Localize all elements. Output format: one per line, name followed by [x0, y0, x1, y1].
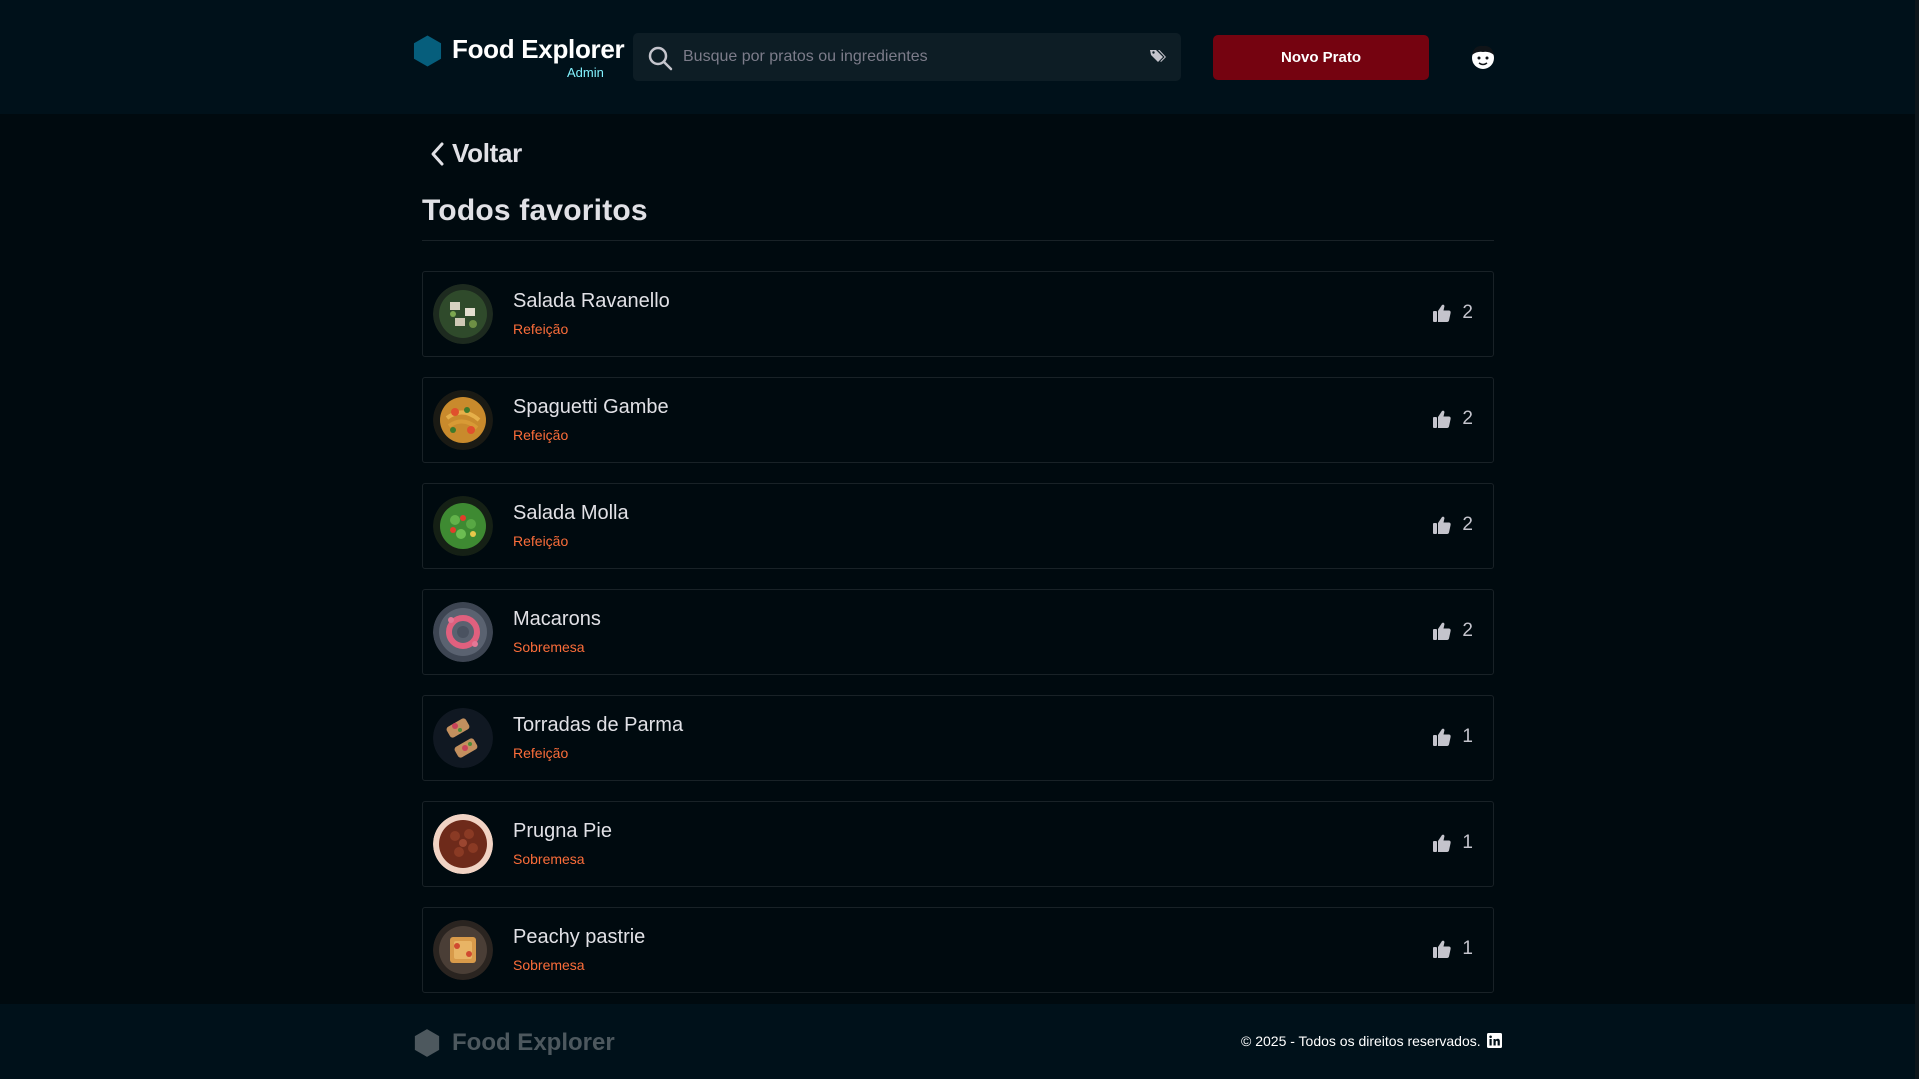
- dish-name: Torradas de Parma: [513, 714, 684, 736]
- thumbs-up-icon: [1433, 622, 1452, 640]
- footer-brand-name: Food Explorer: [452, 1029, 615, 1056]
- favorite-item[interactable]: Peachy pastrie Sobremesa 1: [422, 907, 1494, 993]
- like-counter[interactable]: 2: [1432, 620, 1473, 642]
- thumbs-up-icon: [1433, 410, 1452, 428]
- dish-category: Refeição: [513, 533, 569, 549]
- like-counter[interactable]: 1: [1432, 938, 1473, 960]
- dish-category: Sobremesa: [513, 957, 585, 973]
- dish-image: [433, 708, 493, 768]
- title-divider: [422, 240, 1494, 241]
- thumbs-up-icon: [1433, 516, 1452, 534]
- dish-image: [433, 390, 493, 450]
- back-label: Voltar: [452, 138, 522, 168]
- dish-image: [433, 602, 493, 662]
- favorite-item[interactable]: Torradas de Parma Refeição 1: [422, 695, 1494, 781]
- search-bar[interactable]: [633, 33, 1181, 81]
- like-count: 2: [1462, 408, 1473, 429]
- dish-category: Refeição: [513, 745, 569, 761]
- dish-category: Refeição: [513, 321, 569, 337]
- dish-image: [433, 496, 493, 556]
- dish-name: Macarons: [513, 608, 601, 630]
- copyright-text: © 2025 - Todos os direitos reservados.: [1241, 1033, 1481, 1049]
- linkedin-icon[interactable]: [1487, 1033, 1502, 1048]
- dish-name: Salada Molla: [513, 502, 629, 524]
- dish-name: Peachy pastrie: [513, 926, 646, 948]
- like-counter[interactable]: 1: [1432, 726, 1473, 748]
- hexagon-icon: [413, 35, 442, 67]
- like-count: 2: [1462, 620, 1473, 641]
- like-count: 2: [1462, 302, 1473, 323]
- like-counter[interactable]: 2: [1432, 408, 1473, 430]
- page-title: Todos favoritos: [422, 194, 648, 227]
- favorite-item[interactable]: Spaguetti Gambe Refeição 2: [422, 377, 1494, 463]
- thumbs-up-icon: [1433, 834, 1452, 852]
- dish-category: Sobremesa: [513, 851, 585, 867]
- dish-image: [433, 814, 493, 874]
- like-counter[interactable]: 2: [1432, 514, 1473, 536]
- like-counter[interactable]: 1: [1432, 832, 1473, 854]
- hexagon-icon: [414, 1029, 440, 1057]
- thumbs-up-icon: [1433, 304, 1452, 322]
- dish-name: Spaguetti Gambe: [513, 396, 669, 418]
- search-icon: [648, 46, 673, 71]
- favorite-item[interactable]: Salada Molla Refeição 2: [422, 483, 1494, 569]
- like-counter[interactable]: 2: [1432, 302, 1473, 324]
- like-count: 1: [1462, 938, 1473, 959]
- dish-category: Sobremesa: [513, 639, 585, 655]
- thumbs-up-icon: [1433, 940, 1452, 958]
- dish-image: [433, 284, 493, 344]
- dish-category: Refeição: [513, 427, 569, 443]
- favorite-item[interactable]: Prugna Pie Sobremesa 1: [422, 801, 1494, 887]
- app-header: Food Explorer Admin Novo Prato: [0, 0, 1915, 114]
- dish-name: Prugna Pie: [513, 820, 612, 842]
- app-footer: Food Explorer © 2025 - Todos os direitos…: [0, 1004, 1915, 1079]
- tag-icon[interactable]: [1149, 48, 1167, 66]
- brand-name: Food Explorer: [452, 34, 625, 64]
- new-dish-button[interactable]: Novo Prato: [1213, 35, 1429, 80]
- search-input[interactable]: [683, 33, 1123, 81]
- admin-badge: Admin: [567, 65, 604, 80]
- like-count: 1: [1462, 832, 1473, 853]
- favorite-item[interactable]: Macarons Sobremesa 2: [422, 589, 1494, 675]
- chevron-left-icon: [431, 142, 444, 165]
- favorite-item[interactable]: Salada Ravanello Refeição 2: [422, 271, 1494, 357]
- user-avatar-icon[interactable]: [1469, 43, 1497, 71]
- dish-image: [433, 920, 493, 980]
- thumbs-up-icon: [1433, 728, 1452, 746]
- back-link[interactable]: Voltar: [428, 138, 522, 169]
- like-count: 1: [1462, 726, 1473, 747]
- like-count: 2: [1462, 514, 1473, 535]
- dish-name: Salada Ravanello: [513, 290, 670, 312]
- page-scrollbar[interactable]: [1915, 0, 1919, 1079]
